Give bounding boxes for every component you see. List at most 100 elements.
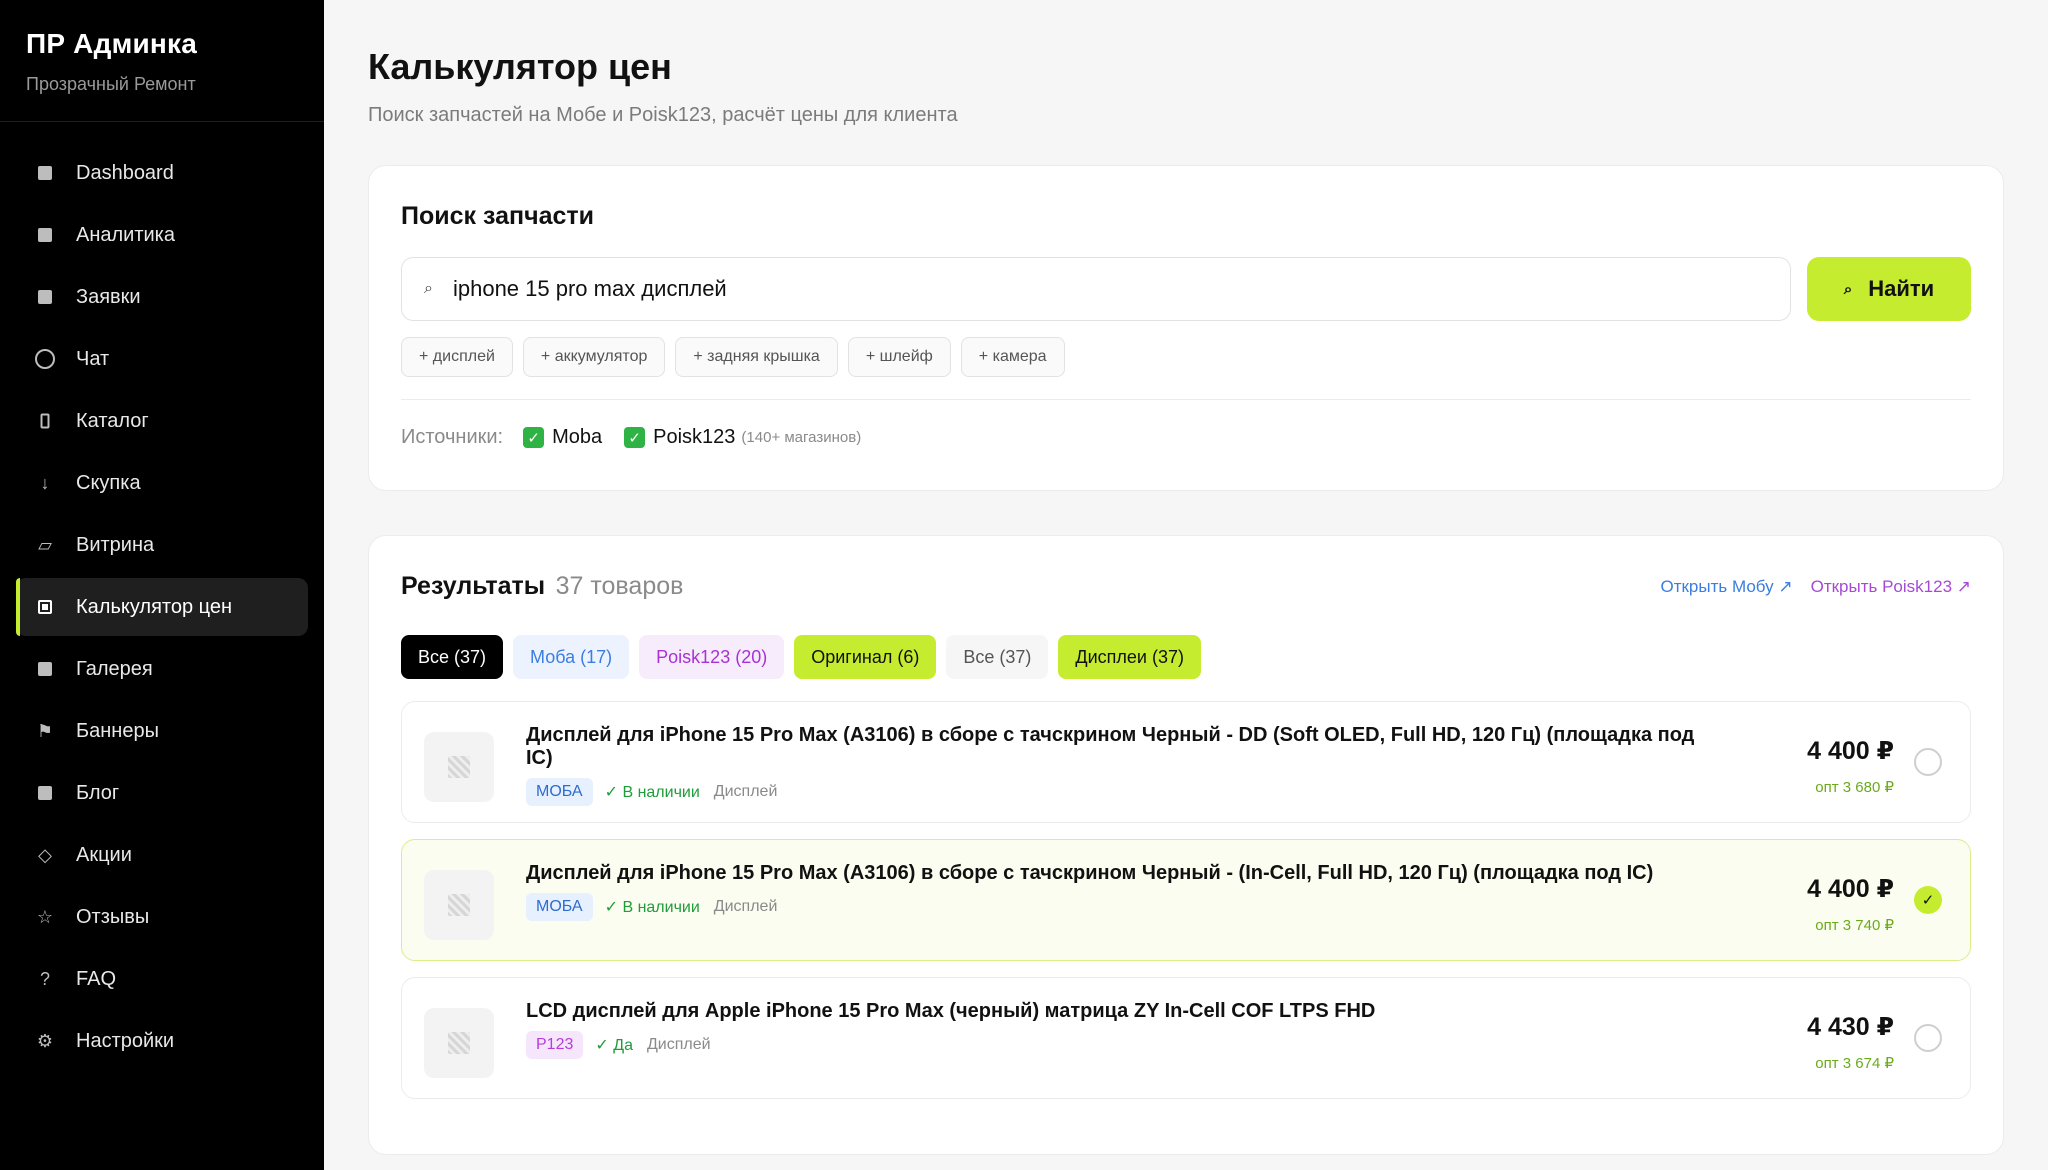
chip-display[interactable]: + дисплей (401, 337, 513, 377)
circle-icon (32, 348, 58, 370)
source-note: (140+ магазинов) (741, 429, 862, 446)
retail-price: 4 430 ₽ (1807, 1013, 1894, 1041)
sidebar-item-label: Аналитика (76, 223, 175, 246)
sidebar-item-chat[interactable]: Чат (16, 330, 308, 388)
result-info: LCD дисплей для Apple iPhone 15 Pro Max … (526, 1000, 1706, 1059)
question-icon: ? (39, 968, 50, 989)
results-list: Дисплей для iPhone 15 Pro Max (A3106) в … (401, 701, 1971, 1099)
sidebar-item-faq[interactable]: ? FAQ (16, 950, 308, 1008)
filter-original[interactable]: Оригинал (6) (794, 635, 937, 679)
sources-label: Источники: (401, 426, 504, 448)
sidebar-item-showcase[interactable]: ▱ Витрина (16, 516, 308, 574)
result-category: Дисплей (646, 1036, 711, 1053)
price-column: 4 400 ₽ опт 3 740 ₽ (1807, 874, 1894, 934)
filter-poisk123[interactable]: Poisk123 (20) (639, 635, 785, 679)
source-name: Poisk123 (653, 426, 736, 448)
result-item[interactable]: LCD дисплей для Apple iPhone 15 Pro Max … (401, 977, 1971, 1099)
sidebar-item-promos[interactable]: ◇ Акции (16, 826, 308, 884)
sidebar-item-analytics[interactable]: Аналитика (16, 206, 308, 264)
results-links: Открыть Мобу ↗ Открыть Poisk123 ↗ (1642, 577, 1971, 597)
sidebar-item-requests[interactable]: Заявки (16, 268, 308, 326)
sidebar-item-label: Скупка (76, 471, 141, 494)
check-icon[interactable]: ✓ (1914, 886, 1942, 914)
chip-camera[interactable]: + камера (960, 337, 1065, 377)
wholesale-price: опт 3 740 ₽ (1815, 917, 1894, 934)
result-meta: МОБА ✓ В наличии Дисплей (526, 778, 1706, 806)
sidebar-item-buyback[interactable]: ↓ Скупка (16, 454, 308, 512)
phone-icon (32, 413, 58, 429)
result-info: Дисплей для iPhone 15 Pro Max (A3106) в … (526, 724, 1706, 806)
checkbox-checked-icon[interactable]: ✓ (523, 427, 545, 448)
open-moba-link[interactable]: Открыть Мобу ↗ (1660, 577, 1792, 597)
source-name: Moba (552, 426, 603, 448)
result-name: LCD дисплей для Apple iPhone 15 Pro Max … (526, 1000, 1376, 1022)
sidebar-item-label: Галерея (76, 657, 153, 680)
square-icon (32, 786, 58, 800)
square-icon (32, 290, 58, 304)
checkbox-checked-icon[interactable]: ✓ (624, 427, 646, 448)
image-placeholder-icon (424, 870, 494, 940)
filter-tabs: Все (37) Моба (17) Poisk123 (20) Оригина… (401, 635, 1971, 679)
sidebar-item-label: FAQ (76, 967, 117, 990)
search-card-title: Поиск запчасти (401, 202, 595, 230)
results-title: Результаты (401, 572, 546, 600)
page-title: Калькулятор цен (368, 46, 672, 87)
chip-battery[interactable]: + аккумулятор (522, 337, 666, 377)
result-item[interactable]: Дисплей для iPhone 15 Pro Max (A3106) в … (401, 701, 1971, 823)
sources: Источники: ✓ Moba ✓ Poisk123 (140+ магаз… (401, 426, 1971, 449)
wholesale-price: опт 3 680 ₽ (1815, 779, 1894, 796)
main-content: Калькулятор цен Поиск запчастей на Мобе … (324, 0, 2048, 1170)
sidebar-item-settings[interactable]: ⚙ Настройки (16, 1012, 308, 1070)
sidebar-nav: Dashboard Аналитика Заявки Чат Каталог ↓… (0, 122, 324, 1070)
stock-status: ✓ Да (595, 1037, 633, 1054)
star-icon: ☆ (36, 906, 54, 927)
results-count: 37 товаров (555, 572, 684, 600)
stock-status: ✓ В наличии (604, 899, 700, 916)
filter-all-quality[interactable]: Все (37) (946, 635, 1049, 679)
select-radio[interactable] (1914, 748, 1942, 776)
filter-moba[interactable]: Моба (17) (513, 635, 630, 679)
source-poisk123[interactable]: ✓ Poisk123 (140+ магазинов) (624, 426, 861, 449)
select-radio[interactable] (1914, 1024, 1942, 1052)
open-poisk123-link[interactable]: Открыть Poisk123 ↗ (1811, 577, 1971, 597)
source-badge: МОБА (526, 893, 593, 921)
search-input[interactable] (452, 276, 1753, 302)
divider (401, 399, 1971, 400)
parallelogram-icon: ▱ (38, 534, 52, 555)
sidebar-item-catalog[interactable]: Каталог (16, 392, 308, 450)
stock-status: ✓ В наличии (604, 784, 700, 801)
results-header: Результаты 37 товаров Открыть Мобу ↗ Отк… (401, 572, 1971, 601)
sidebar-item-blog[interactable]: Блог (16, 764, 308, 822)
wholesale-price: опт 3 674 ₽ (1815, 1055, 1894, 1072)
sidebar-item-banners[interactable]: ⚑ Баннеры (16, 702, 308, 760)
sidebar-item-dashboard[interactable]: Dashboard (16, 144, 308, 202)
quick-chips: + дисплей + аккумулятор + задняя крышка … (401, 337, 1971, 377)
filter-displays[interactable]: Дисплеи (37) (1058, 635, 1201, 679)
chip-flex-cable[interactable]: + шлейф (847, 337, 951, 377)
chip-back-cover[interactable]: + задняя крышка (675, 337, 838, 377)
brand-title: ПР Админка (26, 28, 197, 59)
search-box[interactable]: ⌕ (401, 257, 1791, 321)
result-meta: P123 ✓ Да Дисплей (526, 1031, 1706, 1059)
sidebar-item-price-calculator[interactable]: Калькулятор цен (16, 578, 308, 636)
result-category: Дисплей (713, 783, 778, 800)
result-item[interactable]: Дисплей для iPhone 15 Pro Max (A3106) в … (401, 839, 1971, 961)
flag-icon: ⚑ (36, 720, 54, 741)
sidebar-item-reviews[interactable]: ☆ Отзывы (16, 888, 308, 946)
sidebar-item-label: Dashboard (76, 161, 174, 184)
sidebar-item-label: Заявки (76, 285, 141, 308)
find-button-label: Найти (1868, 276, 1935, 301)
retail-price: 4 400 ₽ (1807, 737, 1894, 765)
results-card: Результаты 37 товаров Открыть Мобу ↗ Отк… (368, 535, 2004, 1155)
source-badge: МОБА (526, 778, 593, 806)
source-moba[interactable]: ✓ Moba (523, 426, 602, 449)
find-button[interactable]: ⌕ Найти (1807, 257, 1971, 321)
search-icon: ⌕ (1843, 280, 1853, 298)
square-icon (32, 228, 58, 242)
square-icon (32, 166, 58, 180)
brand: ПР Админка Прозрачный Ремонт (0, 0, 324, 122)
sidebar-item-gallery[interactable]: Галерея (16, 640, 308, 698)
image-placeholder-icon (424, 1008, 494, 1078)
sidebar-item-label: Баннеры (76, 719, 159, 742)
filter-all[interactable]: Все (37) (401, 635, 504, 679)
